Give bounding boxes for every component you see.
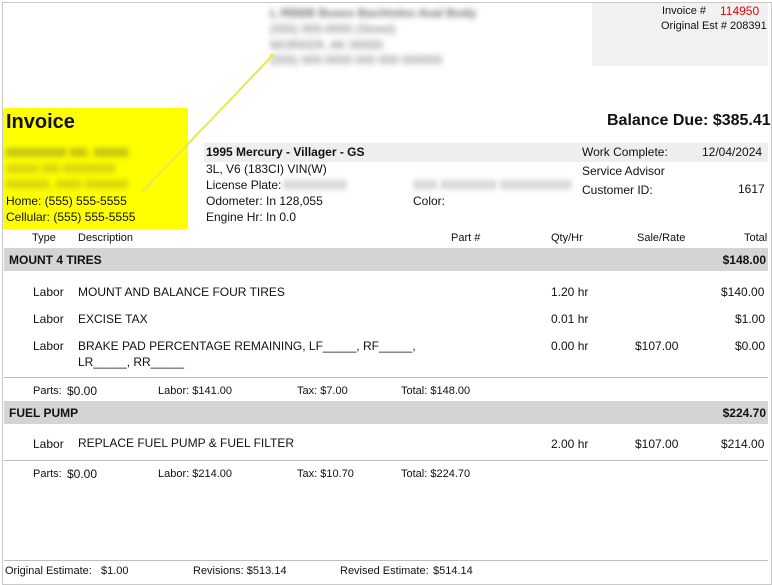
shop-phone: (555) 000-0000 000 000 000000 — [270, 53, 443, 67]
invoice-number-label: Invoice # — [662, 5, 707, 17]
summary-tax: Tax: $10.70 — [297, 468, 354, 480]
vin-value: XXX XXXXXXX XXXXXXXXX — [413, 178, 572, 192]
color-label: Color: — [413, 194, 446, 208]
original-estimate-label: Original Estimate: — [5, 565, 92, 577]
line-description: MOUNT AND BALANCE FOUR TIRES — [78, 285, 285, 299]
revisions: Revisions: $513.14 — [193, 565, 287, 577]
summary-parts-label: Parts: — [33, 385, 62, 397]
job-total: $148.00 — [722, 253, 766, 267]
line-total: $1.00 — [735, 312, 766, 326]
col-part: Part # — [451, 232, 481, 244]
line-type: Labor — [33, 312, 64, 326]
customer-city: RRRRR, RRR RRRRR — [6, 178, 129, 192]
line-description-cont: LR_____, RR_____ — [78, 355, 185, 369]
line-qty: 1.20 hr — [551, 285, 589, 299]
cellular-phone: Cellular: (555) 555-5555 — [6, 210, 136, 224]
license-plate-label: License Plate: — [206, 178, 282, 192]
odometer: Odometer: In 128,055 — [206, 194, 323, 208]
col-total: Total — [744, 232, 768, 244]
balance-due: Balance Due: $385.41 — [607, 112, 771, 129]
summary-total: Total: $148.00 — [401, 385, 471, 397]
divider — [4, 460, 768, 461]
shop-address: (555) 000-0000 (Street) — [270, 22, 396, 36]
line-type: Labor — [33, 437, 64, 451]
line-description: EXCISE TAX — [78, 312, 148, 326]
revised-estimate-label: Revised Estimate: — [340, 565, 429, 577]
job-header: MOUNT 4 TIRES $148.00 — [4, 248, 768, 271]
page-title: Invoice — [6, 111, 75, 133]
customer-id: 1617 — [738, 182, 765, 196]
job-name: MOUNT 4 TIRES — [9, 253, 102, 267]
invoice-number: 114950 — [720, 4, 760, 18]
engine-hours: Engine Hr: In 0.0 — [206, 210, 297, 224]
service-advisor-label: Service Advisor — [582, 164, 665, 178]
job-header: FUEL PUMP $224.70 — [4, 401, 768, 424]
summary-labor: Labor: $141.00 — [158, 385, 233, 397]
work-complete-date: 12/04/2024 — [702, 145, 763, 159]
home-phone: Home: (555) 555-5555 — [6, 194, 127, 208]
col-type: Type — [32, 232, 56, 244]
job-name: FUEL PUMP — [9, 406, 79, 420]
line-description: REPLACE FUEL PUMP & FUEL FILTER — [78, 436, 295, 450]
line-type: Labor — [33, 339, 64, 353]
line-rate: $107.00 — [635, 437, 679, 451]
summary-parts: $0.00 — [67, 384, 98, 398]
work-complete-label: Work Complete: — [582, 145, 668, 159]
line-qty: 0.00 hr — [551, 339, 589, 353]
job-total: $224.70 — [722, 406, 766, 420]
col-rate: Sale/Rate — [637, 232, 686, 244]
line-total: $140.00 — [721, 285, 765, 299]
shop-city: WORKER, AK 00000 — [270, 38, 383, 52]
col-qty: Qty/Hr — [551, 232, 583, 244]
line-description: BRAKE PAD PERCENTAGE REMAINING, LF_____,… — [78, 339, 416, 353]
col-description: Description — [78, 232, 134, 244]
summary-parts: $0.00 — [67, 467, 98, 481]
summary-total: Total: $224.70 — [401, 468, 471, 480]
summary-labor: Labor: $214.00 — [158, 468, 233, 480]
original-estimate-value: $1.00 — [101, 565, 129, 577]
footer-divider — [4, 560, 768, 561]
line-rate: $107.00 — [635, 339, 679, 353]
vehicle-name: 1995 Mercury - Villager - GS — [206, 145, 365, 159]
revised-estimate-value: $514.14 — [433, 565, 473, 577]
summary-tax: Tax: $7.00 — [297, 385, 348, 397]
line-qty: 2.00 hr — [551, 437, 589, 451]
original-est-label: Original Est # — [661, 20, 728, 32]
customer-name: RRRRRRR RR. RRRR — [6, 146, 129, 160]
shop-name: L RBBB Buses Bachtoles Aval Body — [270, 6, 477, 20]
line-total: $214.00 — [721, 437, 765, 451]
divider — [4, 377, 768, 378]
license-plate-value: XXXXXXXX — [283, 178, 348, 192]
customer-id-label: Customer ID: — [582, 183, 653, 197]
summary-parts-label: Parts: — [33, 468, 62, 480]
vehicle-engine: 3L, V6 (183CI) VIN(W) — [206, 162, 327, 176]
line-qty: 0.01 hr — [551, 312, 589, 326]
line-type: Labor — [33, 285, 64, 299]
original-est-number: 208391 — [730, 20, 767, 32]
line-total: $0.00 — [735, 339, 766, 353]
customer-street: 00000 RR RRRRRR — [6, 162, 116, 176]
